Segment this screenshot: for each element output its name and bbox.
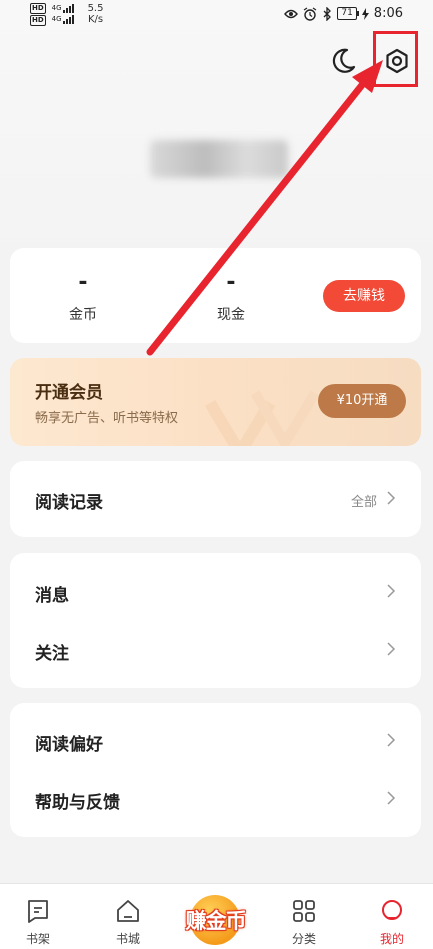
battery-indicator: 71 xyxy=(337,7,360,20)
vip-decoration-icon xyxy=(204,390,320,446)
cash-label: 现金 xyxy=(217,307,245,323)
messages-row[interactable]: 消息 xyxy=(10,563,421,621)
signal-2: 4G xyxy=(52,14,74,24)
bookshelf-icon xyxy=(28,900,48,923)
vip-subscribe-button[interactable]: ¥10开通 xyxy=(318,384,406,418)
signal-1: 4G xyxy=(52,3,74,13)
earn-money-button[interactable]: 去赚钱 xyxy=(323,280,405,312)
reading-prefs-row[interactable]: 阅读偏好 xyxy=(10,712,421,770)
profile-icon xyxy=(382,900,402,920)
chevron-right-icon xyxy=(387,642,396,656)
network-speed-unit: K/s xyxy=(87,14,104,25)
clock-time: 8:06 xyxy=(373,6,403,21)
cash-value: - xyxy=(226,270,236,295)
status-bar: HD HD 4G 4G 5.5 K/s 71 8:06 xyxy=(0,0,433,28)
signal-2-label: 4G xyxy=(51,15,62,23)
follow-label: 关注 xyxy=(35,644,69,664)
signal-indicators: 4G 4G xyxy=(52,3,74,24)
reading-history-row[interactable]: 阅读记录 全部 xyxy=(10,470,421,528)
nav-bookshelf[interactable]: 书架 xyxy=(8,898,68,947)
header-background xyxy=(0,0,433,260)
nav-bookstore-label: 书城 xyxy=(115,932,140,946)
reading-history-card: 阅读记录 全部 xyxy=(10,461,421,537)
home-icon xyxy=(117,900,139,922)
eye-icon xyxy=(284,9,299,18)
follow-row[interactable]: 关注 xyxy=(10,621,421,679)
nav-categories-label: 分类 xyxy=(291,932,316,946)
reading-history-all[interactable]: 全部 xyxy=(351,491,377,510)
coins-stat[interactable]: - 金币 xyxy=(53,272,113,324)
reading-history-label: 阅读记录 xyxy=(35,493,103,513)
status-right: 71 8:06 xyxy=(284,6,403,21)
alarm-icon xyxy=(304,7,317,21)
cash-stat[interactable]: - 现金 xyxy=(201,272,261,324)
reading-prefs-label: 阅读偏好 xyxy=(35,735,103,755)
help-feedback-row[interactable]: 帮助与反馈 xyxy=(10,770,421,828)
chevron-right-icon xyxy=(387,733,396,747)
hd-indicators: HD HD xyxy=(30,3,46,26)
vip-banner[interactable]: 开通会员 畅享无广告、听书等特权 ¥10开通 xyxy=(10,358,421,446)
hd-badge-2: HD xyxy=(30,15,46,26)
wallet-card: - 金币 - 现金 去赚钱 xyxy=(10,248,421,343)
vip-title: 开通会员 xyxy=(35,383,103,403)
network-speed-value: 5.5 xyxy=(87,3,104,14)
nav-earn-coins[interactable]: 赚金币 xyxy=(178,895,253,945)
moon-icon xyxy=(332,48,356,73)
hd-badge-1: HD xyxy=(30,3,46,14)
signal-1-label: 4G xyxy=(51,4,62,12)
nav-earn-coins-label: 赚金币 xyxy=(185,909,247,933)
chevron-right-icon xyxy=(387,791,396,805)
chevron-right-icon xyxy=(387,584,396,598)
nav-mine[interactable]: 我的 xyxy=(362,898,422,947)
vip-subtitle: 畅享无广告、听书等特权 xyxy=(35,411,179,426)
username-blurred[interactable] xyxy=(150,140,288,178)
night-mode-button[interactable] xyxy=(327,45,359,77)
grid-icon xyxy=(293,900,315,922)
messages-label: 消息 xyxy=(35,586,69,606)
network-speed: 5.5 K/s xyxy=(88,3,104,25)
social-card: 消息 关注 xyxy=(10,553,421,688)
nav-bookstore[interactable]: 书城 xyxy=(98,898,158,947)
charging-icon xyxy=(361,7,369,20)
settings-card: 阅读偏好 帮助与反馈 xyxy=(10,703,421,837)
chevron-right-icon xyxy=(387,491,396,505)
help-feedback-label: 帮助与反馈 xyxy=(35,793,120,813)
nav-categories[interactable]: 分类 xyxy=(274,898,334,947)
status-left: HD HD 4G 4G 5.5 K/s xyxy=(30,3,103,26)
nav-bookshelf-label: 书架 xyxy=(25,932,50,946)
settings-highlight-box xyxy=(373,31,418,87)
nav-mine-label: 我的 xyxy=(379,932,404,946)
bluetooth-icon xyxy=(323,6,332,21)
coins-value: - xyxy=(78,270,88,295)
coins-label: 金币 xyxy=(69,307,97,323)
